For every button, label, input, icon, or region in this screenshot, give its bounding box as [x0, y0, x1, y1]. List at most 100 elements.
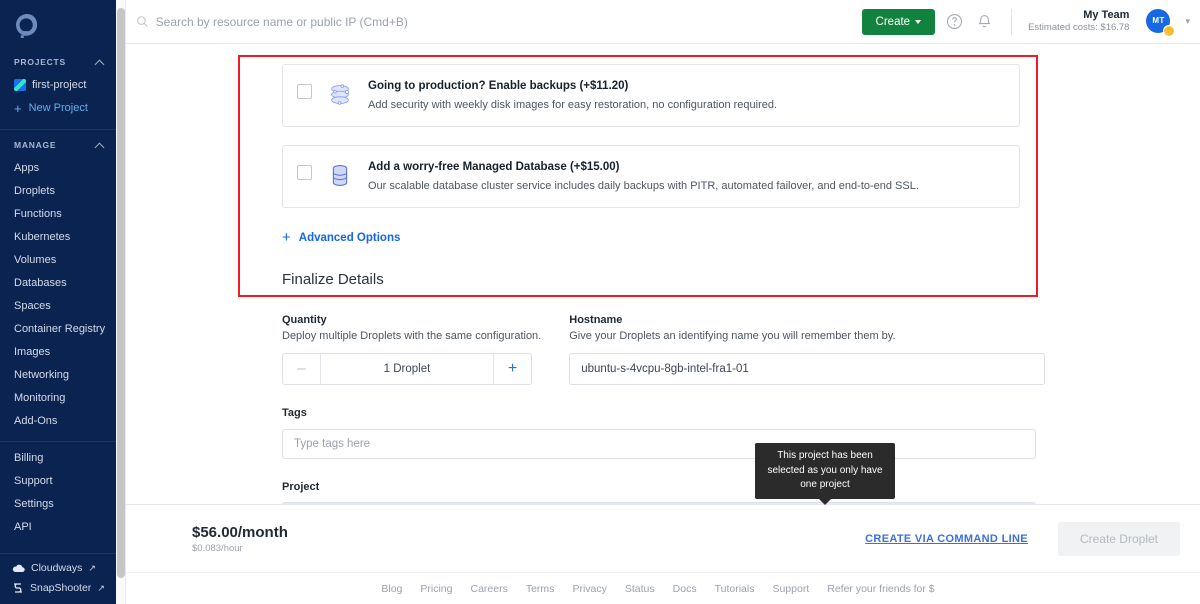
managed-database-title: Add a worry-free Managed Database (+$15.…: [368, 161, 919, 173]
sidebar-item-label: Volumes: [14, 254, 56, 266]
help-button[interactable]: [943, 11, 965, 33]
sidebar-item-kubernetes[interactable]: Kubernetes: [0, 225, 116, 248]
team-info[interactable]: My Team Estimated costs: $16.78: [1028, 9, 1129, 35]
estimated-costs: Estimated costs: $16.78: [1028, 22, 1129, 34]
footer-link-status[interactable]: Status: [625, 583, 655, 595]
sidebar-item-images[interactable]: Images: [0, 340, 116, 363]
sidebar-item-label: API: [14, 521, 32, 533]
sidebar-item-label: Images: [14, 346, 50, 358]
sidebar-divider-1: [0, 129, 116, 130]
new-project-button[interactable]: + New Project: [0, 96, 116, 120]
global-search[interactable]: [136, 15, 854, 29]
create-button[interactable]: Create: [862, 9, 936, 35]
digitalocean-logo[interactable]: [0, 0, 116, 51]
quantity-help: Deploy multiple Droplets with the same c…: [282, 330, 541, 342]
sidebar: PROJECTS first-project + New Project MAN…: [0, 0, 116, 604]
sidebar-item-settings[interactable]: Settings: [0, 492, 116, 515]
footer-link-refer[interactable]: Refer your friends for $: [827, 583, 934, 595]
sidebar-item-cloudways[interactable]: Cloudways ↗: [0, 558, 116, 578]
manage-section-header[interactable]: MANAGE: [0, 134, 116, 156]
form-body: Going to production? Enable backups (+$1…: [116, 44, 1200, 532]
sidebar-item-networking[interactable]: Networking: [0, 363, 116, 386]
notifications-button[interactable]: [973, 11, 995, 33]
footer-link-privacy[interactable]: Privacy: [572, 583, 606, 595]
cloudways-label: Cloudways: [31, 562, 82, 574]
cloud-icon: [12, 564, 25, 573]
managed-database-checkbox[interactable]: [297, 165, 312, 180]
quantity-stepper[interactable]: – 1 Droplet +: [282, 353, 532, 385]
sidebar-item-label: Container Registry: [14, 323, 105, 335]
quantity-value: 1 Droplet: [321, 354, 493, 384]
backups-option-wrap: Going to production? Enable backups (+$1…: [282, 44, 1200, 127]
sidebar-item-add-ons[interactable]: Add-Ons: [0, 409, 116, 432]
account-menu[interactable]: MT 👋: [1146, 9, 1172, 35]
advanced-options-toggle[interactable]: + Advanced Options: [282, 230, 400, 245]
create-droplet-button[interactable]: Create Droplet: [1058, 522, 1180, 556]
manage-header-label: MANAGE: [14, 140, 56, 150]
project-label: Project: [282, 481, 1200, 493]
create-button-label: Create: [876, 16, 911, 28]
sidebar-item-label: Add-Ons: [14, 415, 57, 427]
backups-title: Going to production? Enable backups (+$1…: [368, 80, 777, 92]
sidebar-item-support[interactable]: Support: [0, 469, 116, 492]
tags-input[interactable]: [282, 429, 1036, 459]
digitalocean-logo-icon: [14, 12, 40, 38]
managed-database-option-card[interactable]: Add a worry-free Managed Database (+$15.…: [282, 145, 1020, 208]
backups-checkbox[interactable]: [297, 84, 312, 99]
sidebar-item-apps[interactable]: Apps: [0, 156, 116, 179]
chevron-down-icon[interactable]: ▾: [1185, 16, 1190, 27]
sidebar-divider-2: [0, 441, 116, 442]
sidebar-project-label: first-project: [32, 79, 86, 91]
snapshooter-label: SnapShooter: [30, 582, 91, 594]
create-via-command-line-link[interactable]: CREATE VIA COMMAND LINE: [865, 533, 1028, 545]
backups-database-stack-icon: [326, 81, 354, 109]
quantity-label: Quantity: [282, 314, 541, 326]
new-project-label: New Project: [29, 102, 88, 114]
managed-db-option-wrap: Add a worry-free Managed Database (+$15.…: [282, 127, 1200, 208]
project-swatch-icon: [14, 79, 26, 91]
quantity-hostname-row: Quantity Deploy multiple Droplets with t…: [282, 314, 1200, 385]
sidebar-item-billing[interactable]: Billing: [0, 446, 116, 469]
sidebar-item-droplets[interactable]: Droplets: [0, 179, 116, 202]
footer-link-tutorials[interactable]: Tutorials: [715, 583, 755, 595]
search-input[interactable]: [156, 15, 854, 29]
footer-link-pricing[interactable]: Pricing: [420, 583, 452, 595]
sidebar-item-label: Droplets: [14, 185, 55, 197]
footer-link-terms[interactable]: Terms: [526, 583, 555, 595]
quantity-decrement-button[interactable]: –: [283, 354, 321, 384]
footer-link-blog[interactable]: Blog: [381, 583, 402, 595]
sidebar-item-label: Apps: [14, 162, 39, 174]
sidebar-item-spaces[interactable]: Spaces: [0, 294, 116, 317]
hostname-help: Give your Droplets an identifying name y…: [569, 330, 1045, 342]
sidebar-item-container-registry[interactable]: Container Registry: [0, 317, 116, 340]
footer-link-careers[interactable]: Careers: [470, 583, 507, 595]
topbar-divider: [1011, 9, 1012, 35]
sidebar-item-snapshooter[interactable]: SnapShooter ↗: [0, 578, 116, 598]
backups-icon-wrap: [326, 80, 354, 110]
sidebar-item-volumes[interactable]: Volumes: [0, 248, 116, 271]
projects-section-header[interactable]: PROJECTS: [0, 51, 116, 73]
backups-option-card[interactable]: Going to production? Enable backups (+$1…: [282, 64, 1020, 127]
price-hourly: $0.083/hour: [192, 543, 288, 554]
sidebar-item-api[interactable]: API: [0, 515, 116, 538]
sidebar-item-label: Billing: [14, 452, 43, 464]
quantity-increment-button[interactable]: +: [493, 354, 531, 384]
footer-link-support[interactable]: Support: [772, 583, 809, 595]
page-scrollbar-thumb[interactable]: [117, 8, 125, 578]
quantity-field: Quantity Deploy multiple Droplets with t…: [282, 314, 541, 385]
sidebar-item-label: Spaces: [14, 300, 51, 312]
sidebar-external-links: Cloudways ↗ SnapShooter ↗: [0, 544, 116, 604]
footer-link-docs[interactable]: Docs: [673, 583, 697, 595]
external-link-arrow-icon: ↗: [88, 563, 96, 574]
backups-description: Add security with weekly disk images for…: [368, 99, 777, 111]
price-monthly: $56.00/month: [192, 524, 288, 541]
sidebar-item-label: Kubernetes: [14, 231, 70, 243]
sidebar-item-functions[interactable]: Functions: [0, 202, 116, 225]
sidebar-item-monitoring[interactable]: Monitoring: [0, 386, 116, 409]
hostname-input[interactable]: [569, 353, 1045, 385]
sidebar-item-databases[interactable]: Databases: [0, 271, 116, 294]
snapshooter-icon: [12, 582, 24, 594]
sidebar-item-first-project[interactable]: first-project: [0, 73, 116, 96]
avatar-status-badge-icon: 👋: [1163, 25, 1175, 37]
projects-header-label: PROJECTS: [14, 57, 66, 67]
